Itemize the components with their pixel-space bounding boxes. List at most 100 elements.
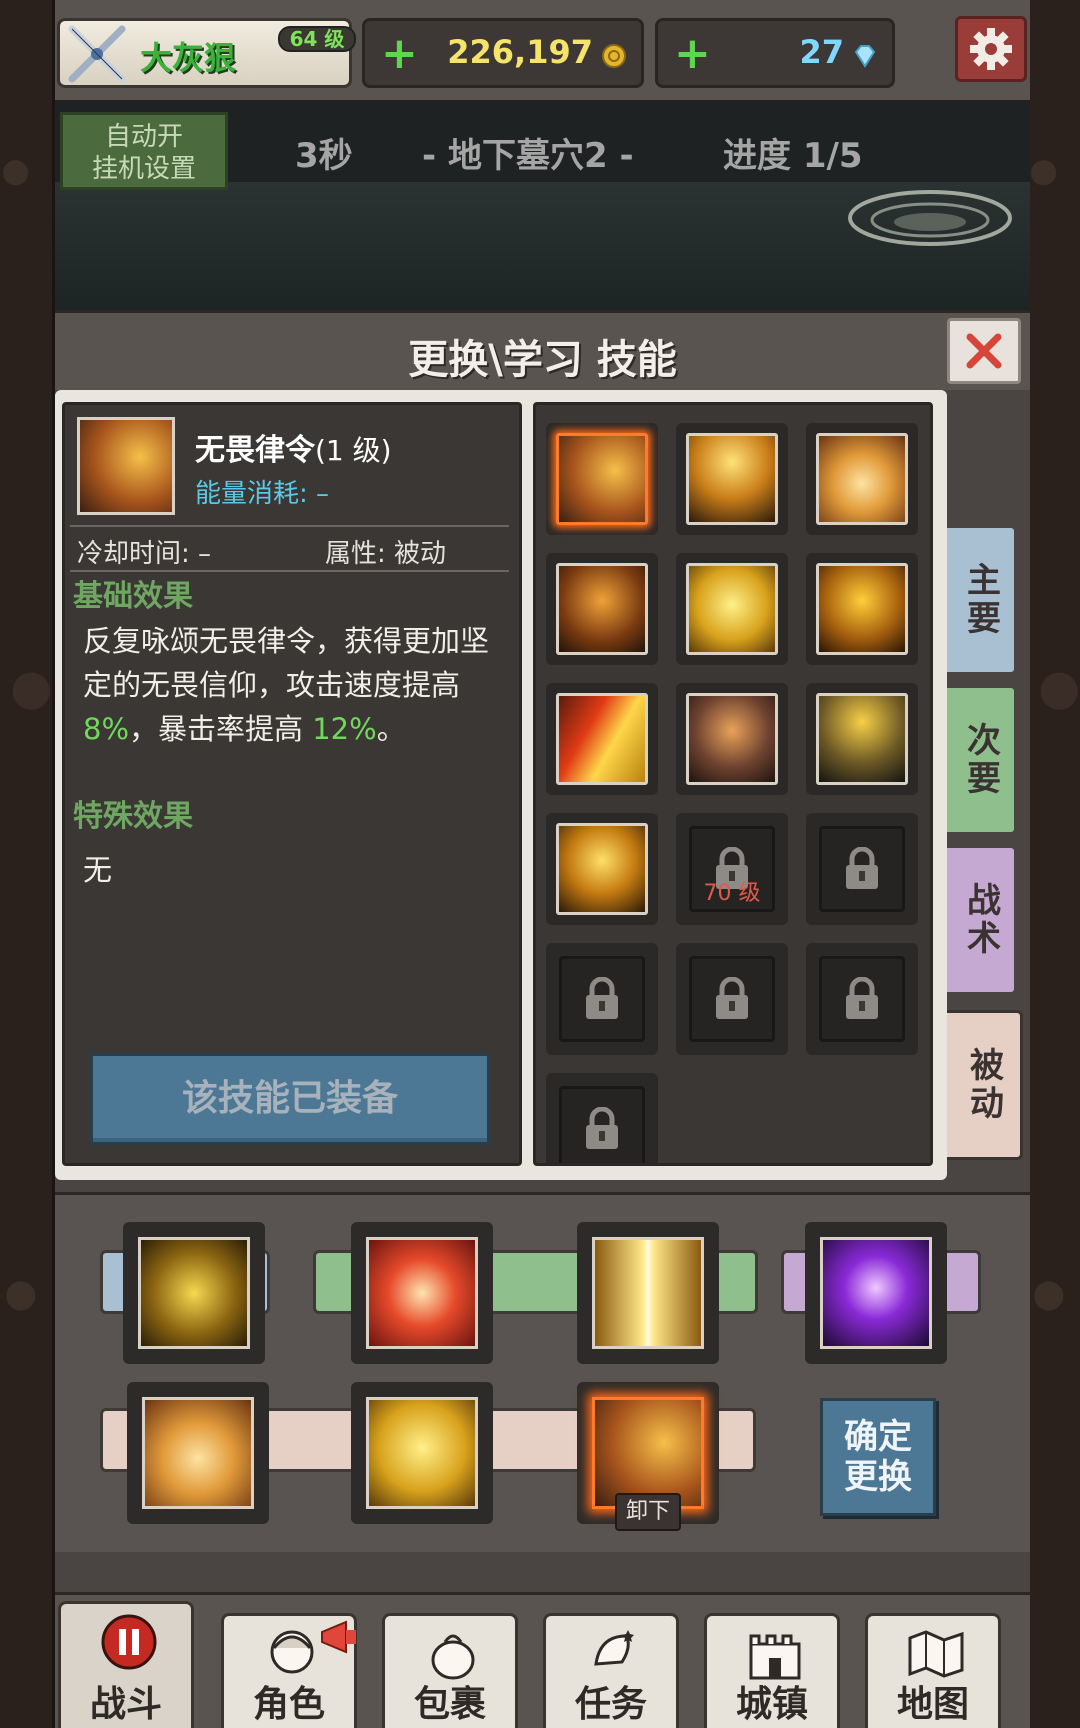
attribute-text: 属性: 被动: [325, 539, 447, 569]
holy-figure-skill-icon: [366, 1397, 478, 1509]
special-effect-text: 无: [83, 853, 113, 887]
game-frame: 大灰狠 64 级 + 226,197 + 27 自动开 挂机设置 3秒 - 地下…: [55, 0, 1030, 1728]
gold-coin-icon: [602, 44, 626, 68]
close-button[interactable]: [947, 318, 1021, 384]
skill-slot[interactable]: [806, 683, 918, 795]
skill-panel-header: 更换\学习 技能: [55, 310, 1030, 390]
skill-slot-locked[interactable]: [806, 813, 918, 925]
skill-icon-sword-knight: [816, 693, 908, 785]
nav-town[interactable]: 城镇: [704, 1613, 840, 1728]
nav-map[interactable]: 地图: [865, 1613, 1001, 1728]
panel-title: 更换\学习 技能: [408, 337, 677, 383]
tab-tactics[interactable]: 战术: [947, 845, 1017, 995]
crit-rate-value: 12%: [312, 712, 377, 746]
player-card[interactable]: 大灰狠 64 级: [57, 18, 356, 88]
holy-shield-skill-icon: [366, 1237, 478, 1349]
skill-equipped-button[interactable]: 该技能已装备: [90, 1053, 490, 1145]
tab-passive[interactable]: 被动: [947, 1010, 1023, 1160]
auto-idle-settings-button[interactable]: 自动开 挂机设置: [60, 112, 228, 190]
skill-slot[interactable]: [546, 423, 658, 535]
skill-name-row: 无畏律令(1 级): [195, 425, 392, 469]
skill-slot[interactable]: [546, 813, 658, 925]
tab-primary[interactable]: 主要: [947, 525, 1017, 675]
lock-icon: [846, 847, 878, 889]
skill-slot-locked[interactable]: [806, 943, 918, 1055]
skill-slot[interactable]: [806, 423, 918, 535]
basic-effect-title: 基础效果: [73, 579, 193, 614]
diamond-icon: [854, 45, 876, 68]
desc-text: ，暴击率提高: [129, 712, 313, 746]
equipped-primary-slot[interactable]: [123, 1222, 265, 1364]
gem-box: + 27: [655, 18, 895, 88]
divider: [70, 525, 509, 527]
skill-icon-mounted-knight: [556, 563, 648, 655]
tab-secondary[interactable]: 次要: [947, 685, 1017, 835]
equipped-tactics-slot[interactable]: [805, 1222, 947, 1364]
stage-progress: 进度 1/5: [723, 136, 863, 176]
nav-quest[interactable]: 任务: [543, 1613, 679, 1728]
equipped-secondary-slot-2[interactable]: [577, 1222, 719, 1364]
unequip-button[interactable]: 卸下: [615, 1493, 681, 1531]
skill-description: 反复咏颂无畏律令，获得更加坚定的无畏信仰，攻击速度提高 8%，暴击率提高 12%…: [83, 619, 513, 751]
winged-angel-skill-icon: [142, 1397, 254, 1509]
skill-slot[interactable]: [676, 553, 788, 665]
gold-box: + 226,197: [362, 18, 644, 88]
skill-icon-winged-angel: [816, 433, 908, 525]
nav-bag-label: 包裹: [413, 1684, 486, 1725]
skill-icon-shield-warrior: [686, 433, 778, 525]
stage-name: - 地下墓穴2 -: [422, 136, 634, 176]
skill-grid: 70 级: [533, 402, 933, 1166]
confirm-line2: 更换: [844, 1457, 912, 1497]
equipped-passive-slot-2[interactable]: [351, 1382, 493, 1524]
locked-slot: [559, 956, 645, 1042]
nav-battle-label: 战斗: [89, 1684, 162, 1725]
locked-slot: [819, 826, 905, 912]
special-effect-title: 特殊效果: [73, 799, 193, 834]
desc-text: 。: [376, 712, 406, 746]
skill-icon-golden-helm: [816, 563, 908, 655]
skill-icon-cross-paladin: [556, 823, 648, 915]
add-gold-button[interactable]: +: [381, 29, 418, 79]
gem-amount: 27: [799, 33, 844, 71]
nav-character[interactable]: 角色: [221, 1613, 357, 1728]
skill-icon-fearless-decree: [556, 433, 648, 525]
skill-slot-locked[interactable]: 70 级: [676, 813, 788, 925]
auto-button-line1: 自动开: [104, 122, 183, 152]
locked-slot: [819, 956, 905, 1042]
add-gem-button[interactable]: +: [674, 29, 711, 79]
nav-town-label: 城镇: [735, 1684, 808, 1725]
skill-slot[interactable]: [676, 423, 788, 535]
portal-icon: [848, 190, 1012, 246]
skill-slot-locked[interactable]: [676, 943, 788, 1055]
locked-slot: [689, 956, 775, 1042]
left-ornament: [0, 0, 55, 1728]
equipped-secondary-slot-1[interactable]: [351, 1222, 493, 1364]
nav-battle[interactable]: 战斗: [58, 1601, 194, 1728]
arcane-burst-skill-icon: [820, 1237, 932, 1349]
selected-skill-icon: [77, 417, 175, 515]
skill-slot[interactable]: [546, 683, 658, 795]
confirm-change-button[interactable]: 确定 更换: [820, 1398, 936, 1516]
holy-light-skill-icon: [592, 1237, 704, 1349]
skill-name: 无畏律令: [195, 433, 315, 468]
lock-icon: [586, 1107, 618, 1149]
skill-slot-locked[interactable]: [546, 943, 658, 1055]
nav-bag[interactable]: 包裹: [382, 1613, 518, 1728]
auto-button-line2: 挂机设置: [91, 154, 196, 184]
nav-map-label: 地图: [896, 1684, 969, 1725]
settings-button[interactable]: [955, 16, 1027, 82]
gold-amount: 226,197: [447, 33, 593, 71]
skill-slot[interactable]: [806, 553, 918, 665]
battle-banner: 自动开 挂机设置 3秒 - 地下墓穴2 - 进度 1/5: [55, 100, 1030, 310]
locked-slot: 70 级: [689, 826, 775, 912]
skill-detail-panel: 无畏律令(1 级) 能量消耗: – 冷却时间: – 属性: 被动 基础效果 反复…: [62, 402, 522, 1166]
skill-slot[interactable]: [676, 683, 788, 795]
lock-icon: [586, 977, 618, 1019]
equipped-passive-slot-1[interactable]: [127, 1382, 269, 1524]
energy-cost: 能量消耗: –: [195, 479, 330, 509]
battle-timer: 3秒: [295, 136, 353, 176]
megaphone-icon: [321, 1620, 356, 1654]
hammer-skill-icon: [138, 1237, 250, 1349]
skill-slot[interactable]: [546, 553, 658, 665]
skill-slot-locked[interactable]: [546, 1073, 658, 1163]
